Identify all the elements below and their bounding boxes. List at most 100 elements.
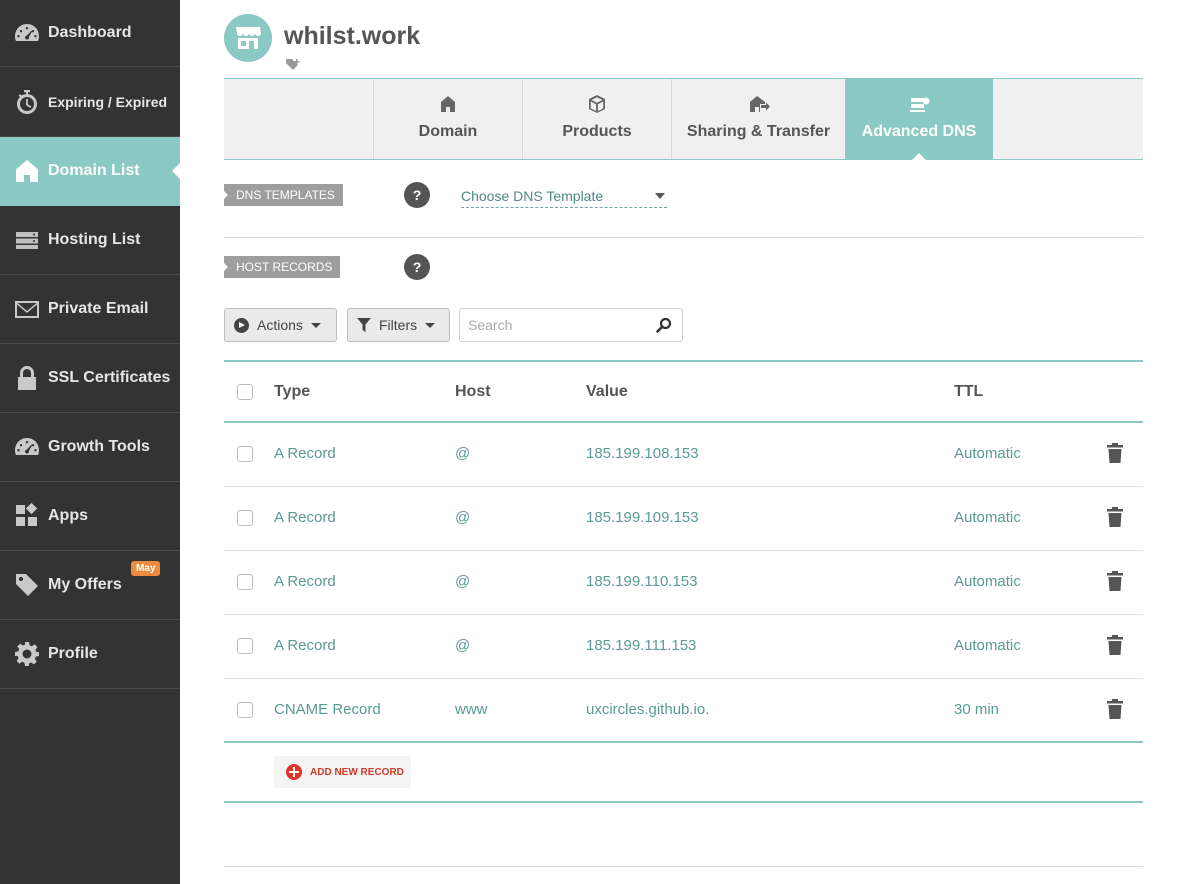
column-header-host[interactable]: Host (455, 383, 491, 401)
page-title: whilst.work (284, 22, 421, 50)
chevron-down-icon (425, 322, 436, 328)
dns-templates-help-button[interactable]: ? (404, 182, 430, 208)
column-header-value[interactable]: Value (586, 383, 628, 401)
apps-icon (12, 501, 42, 531)
actions-dropdown-button[interactable]: Actions (224, 308, 337, 342)
trash-icon[interactable] (1107, 443, 1123, 463)
record-type[interactable]: A Record (274, 509, 336, 526)
domain-tabs: Domain Products Sharing & Transfer Advan… (224, 78, 1143, 160)
house-icon (441, 96, 455, 112)
row-checkbox[interactable] (237, 446, 253, 462)
search-input[interactable] (468, 317, 656, 333)
sidebar-item-label: Apps (48, 507, 88, 524)
tab-products[interactable]: Products (522, 79, 671, 159)
sidebar-item-ssl-certificates[interactable]: SSL Certificates (0, 344, 180, 413)
dns-template-select-value: Choose DNS Template (461, 187, 604, 204)
record-ttl[interactable]: Automatic (954, 637, 1021, 654)
tab-label: Advanced DNS (861, 123, 977, 140)
dns-template-select[interactable]: Choose DNS Template (461, 184, 667, 208)
play-icon (234, 317, 249, 333)
sidebar-item-private-email[interactable]: Private Email (0, 275, 180, 344)
server-icon (12, 225, 42, 255)
offers-badge: May (131, 561, 161, 576)
storefront-icon (236, 27, 261, 49)
lock-icon (12, 363, 42, 393)
sidebar-item-label: Domain List (48, 162, 140, 179)
box-icon (589, 95, 605, 113)
stopwatch-icon (12, 87, 42, 117)
add-tag-icon[interactable] (285, 58, 301, 72)
table-row[interactable]: A Record @ 185.199.109.153 Automatic (224, 487, 1143, 551)
record-ttl[interactable]: Automatic (954, 509, 1021, 526)
trash-icon[interactable] (1107, 699, 1123, 719)
record-ttl[interactable]: 30 min (954, 701, 999, 718)
dns-templates-label: DNS TEMPLATES (224, 184, 343, 206)
trash-icon[interactable] (1107, 571, 1123, 591)
sidebar-item-profile[interactable]: Profile (0, 620, 180, 689)
record-host[interactable]: www (455, 701, 488, 718)
tab-domain[interactable]: Domain (373, 79, 522, 159)
sidebar-item-growth-tools[interactable]: Growth Tools (0, 413, 180, 482)
dns-server-icon (910, 97, 930, 112)
host-records-label: HOST RECORDS (224, 256, 341, 278)
table-row[interactable]: A Record @ 185.199.110.153 Automatic (224, 551, 1143, 615)
sidebar-item-expiring[interactable]: Expiring / Expired (0, 67, 180, 137)
column-header-ttl[interactable]: TTL (954, 383, 983, 401)
gauge-icon (12, 18, 42, 48)
tab-sharing-transfer[interactable]: Sharing & Transfer (671, 79, 845, 159)
record-type[interactable]: A Record (274, 637, 336, 654)
sidebar-item-apps[interactable]: Apps (0, 482, 180, 551)
trash-icon[interactable] (1107, 507, 1123, 527)
record-ttl[interactable]: Automatic (954, 573, 1021, 590)
home-icon (12, 156, 42, 186)
sidebar-item-label: Profile (48, 645, 98, 662)
add-new-record-button[interactable]: ADD NEW RECORD (274, 756, 411, 788)
table-row[interactable]: A Record @ 185.199.108.153 Automatic (224, 423, 1143, 487)
search-field (459, 308, 683, 342)
table-row[interactable]: CNAME Record www uxcircles.github.io. 30… (224, 679, 1143, 743)
table-row[interactable]: A Record @ 185.199.111.153 Automatic (224, 615, 1143, 679)
table-footer-divider (224, 801, 1143, 803)
filter-icon (357, 318, 371, 332)
record-host[interactable]: @ (455, 445, 470, 462)
record-type[interactable]: A Record (274, 573, 336, 590)
gauge-icon (12, 432, 42, 462)
section-divider (224, 237, 1143, 238)
filters-dropdown-button[interactable]: Filters (347, 308, 450, 342)
filters-label: Filters (379, 317, 418, 333)
row-checkbox[interactable] (237, 574, 253, 590)
sidebar-item-my-offers[interactable]: My Offers May (0, 551, 180, 620)
search-icon[interactable] (656, 317, 672, 333)
sidebar-item-domain-list[interactable]: Domain List (0, 137, 181, 206)
row-checkbox[interactable] (237, 702, 253, 718)
tag-icon (12, 570, 42, 600)
record-type[interactable]: CNAME Record (274, 701, 381, 718)
envelope-icon (12, 294, 42, 324)
chevron-down-icon (310, 322, 321, 328)
share-house-icon (749, 96, 770, 112)
column-header-type[interactable]: Type (274, 383, 310, 401)
record-value[interactable]: 185.199.110.153 (586, 573, 698, 590)
record-host[interactable]: @ (455, 573, 470, 590)
tab-label: Products (562, 123, 632, 140)
select-all-checkbox[interactable] (237, 384, 253, 400)
record-type[interactable]: A Record (274, 445, 336, 462)
actions-label: Actions (257, 317, 303, 333)
tab-advanced-dns[interactable]: Advanced DNS (845, 79, 993, 160)
record-ttl[interactable]: Automatic (954, 445, 1021, 462)
chevron-down-icon (655, 192, 665, 199)
row-checkbox[interactable] (237, 510, 253, 526)
record-host[interactable]: @ (455, 637, 470, 654)
record-value[interactable]: 185.199.111.153 (586, 637, 696, 654)
record-value[interactable]: uxcircles.github.io. (586, 701, 709, 718)
record-value[interactable]: 185.199.108.153 (586, 445, 699, 462)
sidebar-item-hosting-list[interactable]: Hosting List (0, 206, 180, 275)
record-value[interactable]: 185.199.109.153 (586, 509, 699, 526)
trash-icon[interactable] (1107, 635, 1123, 655)
gear-icon (12, 639, 42, 669)
sidebar-item-dashboard[interactable]: Dashboard (0, 0, 180, 67)
add-record-label: ADD NEW RECORD (310, 766, 404, 778)
host-records-help-button[interactable]: ? (404, 254, 430, 280)
row-checkbox[interactable] (237, 638, 253, 654)
record-host[interactable]: @ (455, 509, 470, 526)
